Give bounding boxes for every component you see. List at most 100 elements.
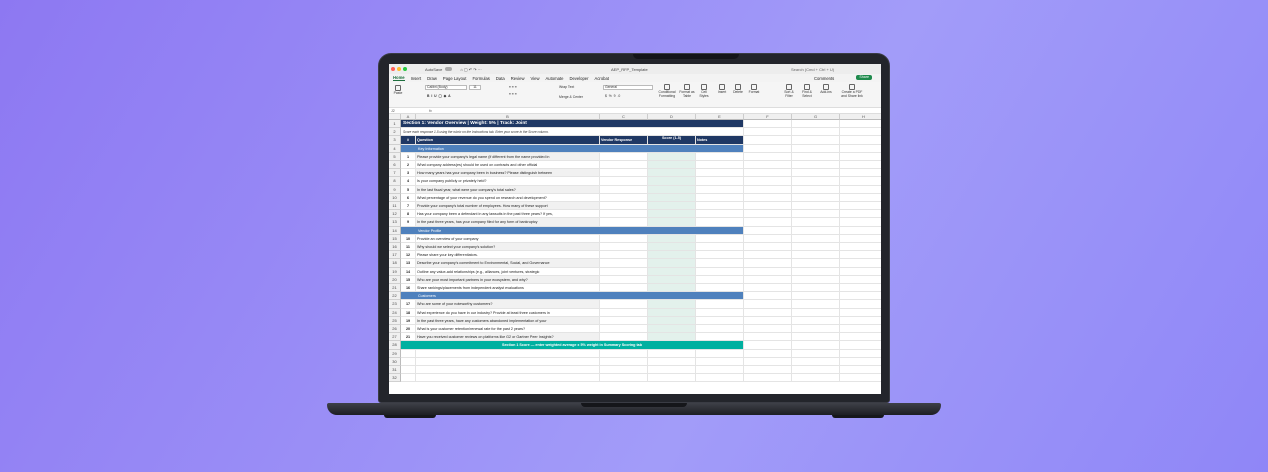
empty-cell[interactable] bbox=[792, 177, 840, 186]
row-header[interactable]: 30 bbox=[389, 357, 401, 366]
score-cell[interactable] bbox=[648, 325, 696, 334]
score-cell[interactable] bbox=[648, 259, 696, 268]
tab-data[interactable]: Data bbox=[496, 76, 505, 81]
notes-cell[interactable] bbox=[696, 152, 744, 161]
name-box[interactable]: J2 bbox=[391, 109, 409, 113]
header-score-cell[interactable]: Score (1-5) bbox=[648, 136, 696, 145]
empty-cell[interactable] bbox=[792, 275, 840, 284]
empty-cell[interactable] bbox=[840, 194, 881, 202]
add-ins-button[interactable]: Add-ins bbox=[819, 84, 833, 95]
insert-button[interactable]: Insert bbox=[715, 84, 729, 95]
row-header[interactable]: 11 bbox=[389, 202, 401, 211]
row-header[interactable]: 12 bbox=[389, 210, 401, 219]
empty-cell[interactable] bbox=[840, 350, 881, 358]
notes-cell[interactable] bbox=[696, 169, 744, 178]
row-header[interactable]: 29 bbox=[389, 349, 401, 358]
empty-cell[interactable] bbox=[840, 169, 881, 178]
tab-draw[interactable]: Draw bbox=[427, 76, 437, 81]
empty-cell[interactable] bbox=[792, 202, 840, 211]
notes-cell[interactable] bbox=[696, 185, 744, 194]
header-number-cell[interactable]: # bbox=[401, 136, 416, 145]
question-cell[interactable]: Share rankings/placements from independe… bbox=[416, 284, 600, 293]
score-cell[interactable] bbox=[648, 210, 696, 219]
empty-cell[interactable] bbox=[840, 341, 881, 350]
vendor-response-cell[interactable] bbox=[600, 300, 648, 309]
empty-cell[interactable] bbox=[840, 186, 881, 194]
score-cell[interactable] bbox=[648, 243, 696, 252]
score-cell[interactable] bbox=[648, 251, 696, 260]
vendor-response-cell[interactable] bbox=[600, 275, 648, 284]
empty-cell[interactable] bbox=[416, 374, 600, 383]
vendor-response-cell[interactable] bbox=[600, 202, 648, 211]
empty-cell[interactable] bbox=[744, 226, 792, 235]
empty-cell[interactable] bbox=[792, 284, 840, 293]
empty-cell[interactable] bbox=[792, 243, 840, 252]
empty-cell[interactable] bbox=[744, 308, 792, 317]
empty-cell[interactable] bbox=[840, 202, 881, 211]
empty-cell[interactable] bbox=[744, 316, 792, 325]
notes-cell[interactable] bbox=[696, 202, 744, 211]
format-as-table-button[interactable]: Format as Table bbox=[679, 84, 695, 98]
notes-cell[interactable] bbox=[696, 275, 744, 284]
empty-cell[interactable] bbox=[840, 333, 881, 342]
question-number-cell[interactable]: 15 bbox=[401, 275, 416, 284]
empty-cell[interactable] bbox=[744, 341, 792, 350]
question-cell[interactable]: Who are some of your noteworthy customer… bbox=[416, 300, 600, 309]
score-cell[interactable] bbox=[648, 275, 696, 284]
empty-cell[interactable] bbox=[840, 309, 881, 317]
empty-cell[interactable] bbox=[744, 218, 792, 227]
empty-cell[interactable] bbox=[792, 169, 840, 178]
font-size-select[interactable]: 11 bbox=[469, 85, 481, 90]
vendor-response-cell[interactable] bbox=[600, 284, 648, 293]
row-header[interactable]: 2 bbox=[389, 128, 401, 137]
question-number-cell[interactable]: 12 bbox=[401, 251, 416, 260]
notes-cell[interactable] bbox=[696, 308, 744, 317]
empty-cell[interactable] bbox=[744, 374, 792, 383]
subsection-cell[interactable]: Vendor Profile bbox=[401, 226, 744, 235]
question-number-cell[interactable]: 13 bbox=[401, 259, 416, 268]
row-header[interactable]: 28 bbox=[389, 341, 401, 350]
delete-button[interactable]: Delete bbox=[731, 84, 745, 95]
row-header[interactable]: 7 bbox=[389, 169, 401, 178]
notes-cell[interactable] bbox=[696, 210, 744, 219]
empty-cell[interactable] bbox=[600, 357, 648, 366]
row-header[interactable]: 24 bbox=[389, 308, 401, 317]
vendor-response-cell[interactable] bbox=[600, 234, 648, 243]
question-cell[interactable]: Is your company publicly or privately he… bbox=[416, 177, 600, 186]
empty-cell[interactable] bbox=[840, 358, 881, 366]
row-header[interactable]: 19 bbox=[389, 267, 401, 276]
empty-cell[interactable] bbox=[744, 161, 792, 170]
empty-cell[interactable] bbox=[792, 120, 840, 129]
row-header[interactable]: 3 bbox=[389, 136, 401, 145]
font-style-buttons[interactable]: B I U ▢ ◆ A bbox=[427, 94, 467, 99]
empty-cell[interactable] bbox=[792, 185, 840, 194]
empty-cell[interactable] bbox=[648, 374, 696, 383]
question-number-cell[interactable]: 16 bbox=[401, 284, 416, 293]
empty-cell[interactable] bbox=[792, 193, 840, 202]
empty-cell[interactable] bbox=[840, 268, 881, 276]
question-number-cell[interactable]: 8 bbox=[401, 210, 416, 219]
vendor-response-cell[interactable] bbox=[600, 316, 648, 325]
empty-cell[interactable] bbox=[744, 185, 792, 194]
row-header[interactable]: 17 bbox=[389, 251, 401, 260]
question-cell[interactable]: What company address(es) should be used … bbox=[416, 161, 600, 170]
minimize-button[interactable] bbox=[397, 67, 401, 71]
empty-cell[interactable] bbox=[744, 177, 792, 186]
empty-cell[interactable] bbox=[840, 366, 881, 375]
instruction-cell[interactable]: Score each response 1-5 using the rubric… bbox=[401, 128, 744, 137]
question-number-cell[interactable]: 17 bbox=[401, 300, 416, 309]
empty-cell[interactable] bbox=[792, 325, 840, 334]
score-cell[interactable] bbox=[648, 161, 696, 170]
row-header[interactable]: 5 bbox=[389, 152, 401, 161]
header-vendor-response-cell[interactable]: Vendor Response bbox=[600, 136, 648, 145]
empty-cell[interactable] bbox=[840, 227, 881, 235]
row-header[interactable]: 31 bbox=[389, 366, 401, 375]
fx-icon[interactable]: fx bbox=[429, 109, 432, 113]
question-cell[interactable]: What is your customer retention/renewal … bbox=[416, 325, 600, 334]
vendor-response-cell[interactable] bbox=[600, 218, 648, 227]
create-pdf-button[interactable]: Create a PDF and Share link bbox=[839, 84, 865, 98]
row-header[interactable]: 22 bbox=[389, 292, 401, 301]
header-question-cell[interactable]: Question bbox=[416, 136, 600, 145]
tab-review[interactable]: Review bbox=[511, 76, 525, 81]
number-buttons[interactable]: $ % 9 .0 bbox=[605, 94, 641, 99]
